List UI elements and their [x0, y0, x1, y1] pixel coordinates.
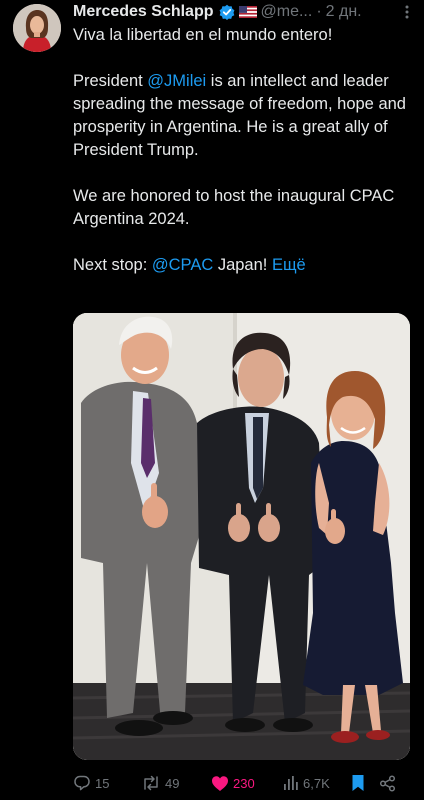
- author-avatar[interactable]: [13, 4, 61, 52]
- author-name[interactable]: Mercedes Schlapp: [73, 3, 214, 21]
- reply-count: 15: [95, 775, 110, 791]
- tweet[interactable]: Mercedes Schlapp @me... · 2 дн. Viva la …: [0, 0, 424, 800]
- author-handle[interactable]: @me...: [261, 3, 313, 21]
- show-more-link[interactable]: Ещё: [272, 256, 306, 274]
- tweet-text-segment: President: [73, 72, 148, 90]
- repost-count: 49: [165, 775, 180, 791]
- tweet-paragraph-2: President @JMilei is an intellect and le…: [73, 70, 415, 162]
- tweet-header: Mercedes Schlapp @me... · 2 дн.: [73, 1, 418, 23]
- tweet-photo[interactable]: [73, 313, 410, 760]
- reply-button[interactable]: 15: [73, 774, 141, 792]
- mention-cpac-link[interactable]: @CPAC: [152, 256, 213, 274]
- tweet-text-segment: We are honored to host the inaugural CPA…: [73, 187, 395, 228]
- avatar-image: [13, 4, 61, 52]
- repost-button[interactable]: 49: [141, 774, 211, 792]
- repost-icon: [144, 775, 158, 791]
- like-button[interactable]: 230: [211, 775, 283, 792]
- like-count: 230: [233, 775, 255, 791]
- mention-jmilei-link[interactable]: @JMilei: [147, 72, 206, 90]
- share-button[interactable]: [379, 774, 396, 792]
- tweet-timestamp[interactable]: 2 дн.: [326, 3, 362, 21]
- tweet-text-segment: Japan!: [213, 256, 272, 274]
- verified-badge-icon: [219, 4, 234, 20]
- photo-image: [73, 313, 410, 760]
- tweet-actions: 15 49 230 6,7K: [73, 772, 408, 794]
- tweet-paragraph-1: Viva la libertad en el mundo entero!: [73, 24, 415, 47]
- tweet-paragraph-3: We are honored to host the inaugural CPA…: [73, 185, 415, 231]
- views-button[interactable]: 6,7K: [283, 775, 351, 791]
- tweet-text-segment: Next stop:: [73, 256, 152, 274]
- more-vertical-icon[interactable]: [402, 4, 412, 20]
- bookmark-icon: [352, 775, 364, 791]
- bookmark-button[interactable]: [351, 774, 379, 792]
- us-flag-icon: [238, 6, 257, 18]
- tweet-paragraph-4: Next stop: @CPAC Japan! Ещё: [73, 254, 415, 277]
- heart-icon: [212, 775, 228, 791]
- reply-icon: [74, 775, 90, 791]
- tweet-line-1: Viva la libertad en el mundo entero!: [73, 26, 333, 44]
- views-count: 6,7K: [303, 775, 330, 791]
- share-icon: [379, 774, 396, 792]
- header-separator: ·: [316, 3, 322, 20]
- views-icon: [284, 776, 298, 790]
- tweet-text: Viva la libertad en el mundo entero! Pre…: [73, 24, 415, 300]
